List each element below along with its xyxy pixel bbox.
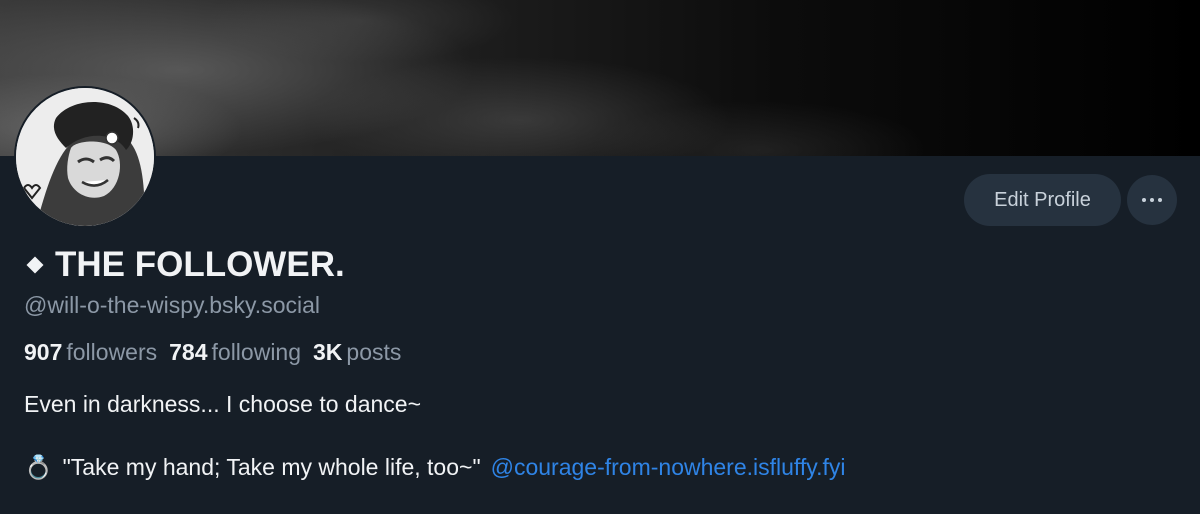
posts-count: 3K [313,339,343,365]
bio-quote: "Take my hand; Take my whole life, too~" [62,454,481,480]
ellipsis-icon [1142,198,1162,202]
profile-stats: 907 followers 784 following 3K posts [24,339,413,366]
profile-handle: @will-o-the-wispy.bsky.social [24,292,321,318]
bio-line-2: 💍 "Take my hand; Take my whole life, too… [24,454,845,481]
avatar[interactable] [14,86,156,228]
followers-count: 907 [24,339,63,365]
followers-label: followers [66,339,158,365]
mention-link[interactable]: @courage-from-nowhere.isfluffy.fyi [491,454,846,481]
posts-stat: 3K posts [313,339,401,366]
avatar-illustration [16,88,154,226]
following-count: 784 [169,339,208,365]
followers-stat[interactable]: 907 followers [24,339,157,366]
edit-profile-button[interactable]: Edit Profile [964,174,1121,226]
bio-line-1: Even in darkness... I choose to dance~ [24,391,421,417]
posts-label: posts [346,339,402,365]
more-options-button[interactable] [1127,175,1177,225]
following-label: following [211,339,302,365]
ring-icon: 💍 [24,454,53,480]
diamond-icon [26,256,44,274]
display-name-row: THE FOLLOWER. [24,244,345,286]
following-stat[interactable]: 784 following [169,339,301,366]
display-name: THE FOLLOWER. [55,245,345,284]
profile-banner[interactable] [0,0,1200,156]
